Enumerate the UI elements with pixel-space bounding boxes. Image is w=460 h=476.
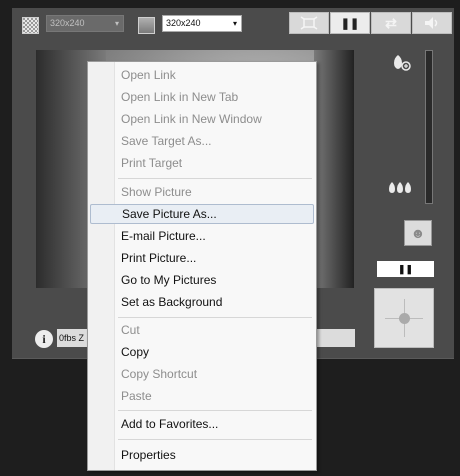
info-icon[interactable]: i <box>35 330 53 348</box>
pause-icon: ❚❚ <box>397 264 414 274</box>
fullscreen-button[interactable] <box>289 12 329 34</box>
menu-item-add-to-favorites[interactable]: Add to Favorites... <box>90 414 314 434</box>
menu-separator <box>118 410 312 411</box>
menu-item-open-link-new-tab[interactable]: Open Link in New Tab <box>90 87 314 107</box>
menu-item-save-target-as[interactable]: Save Target As... <box>90 131 314 151</box>
ptz-control-pad[interactable] <box>374 288 434 348</box>
menu-separator <box>118 178 312 179</box>
swap-button[interactable]: ⇄ <box>371 12 411 34</box>
menu-separator <box>118 439 312 440</box>
menu-item-save-picture-as[interactable]: Save Picture As... <box>90 204 314 224</box>
menu-separator <box>118 317 312 318</box>
swap-icon: ⇄ <box>385 14 397 31</box>
menu-item-email-picture[interactable]: E-mail Picture... <box>90 226 314 246</box>
snapshot-button[interactable]: ☻ <box>404 220 432 246</box>
menu-item-show-picture[interactable]: Show Picture <box>90 182 314 202</box>
resolution-primary-value: 320x240 <box>50 18 85 28</box>
menu-item-open-link-new-window[interactable]: Open Link in New Window <box>90 109 314 129</box>
menu-item-open-link[interactable]: Open Link <box>90 65 314 85</box>
transparency-icon[interactable] <box>22 17 39 34</box>
fit-screen-icon <box>300 16 318 30</box>
menu-item-copy-shortcut[interactable]: Copy Shortcut <box>90 364 314 384</box>
menu-item-copy[interactable]: Copy <box>90 342 314 362</box>
person-icon: ☻ <box>410 225 426 241</box>
menu-item-set-as-background[interactable]: Set as Background <box>90 292 314 312</box>
speaker-icon <box>425 17 438 29</box>
menu-item-print-target[interactable]: Print Target <box>90 153 314 173</box>
video-wall-right <box>314 50 354 288</box>
color-swatch-icon[interactable] <box>138 17 155 34</box>
context-menu: Open Link Open Link in New Tab Open Link… <box>87 61 317 471</box>
menu-item-go-to-my-pictures[interactable]: Go to My Pictures <box>90 270 314 290</box>
resolution-select-primary[interactable]: 320x240 ▾ <box>46 15 124 32</box>
chevron-down-icon: ▾ <box>114 19 119 28</box>
zoom-in-icon[interactable] <box>392 54 412 77</box>
zoom-slider[interactable] <box>425 50 433 204</box>
menu-item-print-picture[interactable]: Print Picture... <box>90 248 314 268</box>
ptz-center-dot[interactable] <box>399 313 410 324</box>
resolution-secondary-value: 320x240 <box>166 18 201 28</box>
menu-item-properties[interactable]: Properties <box>90 445 314 465</box>
menu-item-paste[interactable]: Paste <box>90 386 314 406</box>
audio-button[interactable] <box>412 12 452 34</box>
chevron-down-icon: ▾ <box>232 19 237 28</box>
playback-pause-button[interactable]: ❚❚ <box>377 261 434 277</box>
zoom-out-icon[interactable] <box>388 180 412 197</box>
menu-item-cut[interactable]: Cut <box>90 320 314 340</box>
pause-button[interactable]: ❚❚ <box>330 12 370 34</box>
resolution-select-secondary[interactable]: 320x240 ▾ <box>162 15 242 32</box>
pause-icon: ❚❚ <box>340 17 360 30</box>
